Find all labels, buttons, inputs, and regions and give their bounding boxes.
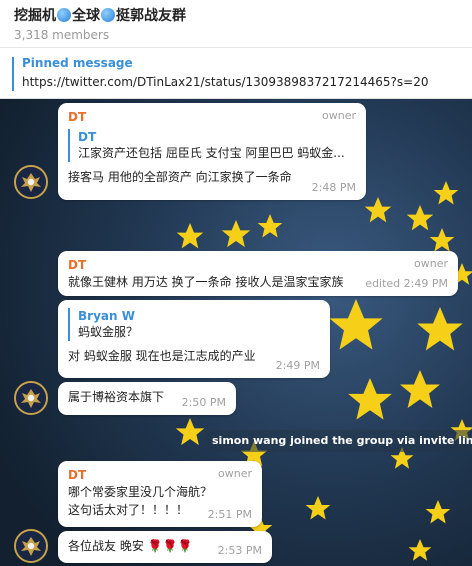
message-time: 2:53 PM (217, 544, 262, 557)
globe-icon (101, 8, 115, 22)
avatar-icon[interactable] (14, 165, 48, 199)
chat-area[interactable]: DT owner DT 江家资产还包括 屈臣氏 支付宝 阿里巴巴 蚂蚁金... … (0, 99, 472, 566)
sender-name[interactable]: DT (68, 109, 356, 125)
message-bubble[interactable]: DT owner 就像王健林 用万达 换了一条命 接收人是温家宝家族 edite… (58, 251, 458, 296)
reply-text: 蚂蚁金服？ (78, 325, 139, 339)
message-bubble[interactable]: DT owner 哪个常委家里没几个海航？ 这句话太对了！！！！ 2:51 PM (58, 461, 262, 527)
reply-preview[interactable]: Bryan W 蚂蚁金服？ (68, 308, 320, 341)
rose-emoji: 🌹🌹🌹 (147, 539, 193, 553)
member-count: 3,318 members (14, 28, 110, 42)
title-part-2: 全球 (72, 8, 100, 24)
owner-badge: owner (414, 257, 448, 270)
pinned-message-bar[interactable]: Pinned message https://twitter.com/DTinL… (0, 49, 472, 99)
message-bubble[interactable]: DT owner DT 江家资产还包括 屈臣氏 支付宝 阿里巴巴 蚂蚁金... … (58, 103, 366, 200)
reply-sender: DT (78, 130, 97, 144)
title-part-1: 挖掘机 (14, 8, 56, 24)
message-bubble[interactable]: 属于博裕资本旗下 2:50 PM (58, 382, 236, 415)
chat-header[interactable]: 挖掘机 全球 挺郭战友群 3,318 members (0, 0, 472, 48)
message-text-line: 哪个常委家里没几个海航？ (68, 485, 213, 499)
avatar-icon[interactable] (14, 381, 48, 415)
service-message: simon wang joined the group via invite l… (204, 430, 472, 452)
reply-sender: Bryan W (78, 309, 135, 323)
reply-preview[interactable]: DT 江家资产还包括 屈臣氏 支付宝 阿里巴巴 蚂蚁金... (68, 129, 356, 162)
owner-badge: owner (218, 467, 252, 480)
chat-title: 挖掘机 全球 挺郭战友群 (14, 6, 458, 26)
owner-badge: owner (322, 109, 356, 122)
avatar-icon[interactable] (14, 529, 48, 563)
pinned-label: Pinned message (22, 56, 133, 70)
title-part-3: 挺郭战友群 (116, 8, 186, 24)
globe-icon (57, 8, 71, 22)
message-time: 2:50 PM (181, 396, 226, 409)
message-time: 2:49 PM (275, 359, 320, 372)
reply-text: 江家资产还包括 屈臣氏 支付宝 阿里巴巴 蚂蚁金... (78, 146, 345, 160)
message-bubble[interactable]: Bryan W 蚂蚁金服？ 对 蚂蚁金服 现在也是江志成的产业 2:49 PM (58, 300, 330, 378)
pinned-accent-bar (12, 57, 14, 91)
message-text-content: 各位战友 晚安 (68, 539, 144, 553)
telegram-chat-window: 挖掘机 全球 挺郭战友群 3,318 members Pinned message … (0, 0, 472, 566)
pinned-text[interactable]: https://twitter.com/DTinLax21/status/130… (22, 75, 429, 89)
message-time: 2:48 PM (311, 181, 356, 194)
message-time: edited 2:49 PM (365, 277, 448, 290)
sender-name[interactable]: DT (68, 257, 448, 273)
message-time: 2:51 PM (207, 508, 252, 521)
message-bubble[interactable]: 各位战友 晚安 🌹🌹🌹 2:53 PM (58, 531, 272, 563)
